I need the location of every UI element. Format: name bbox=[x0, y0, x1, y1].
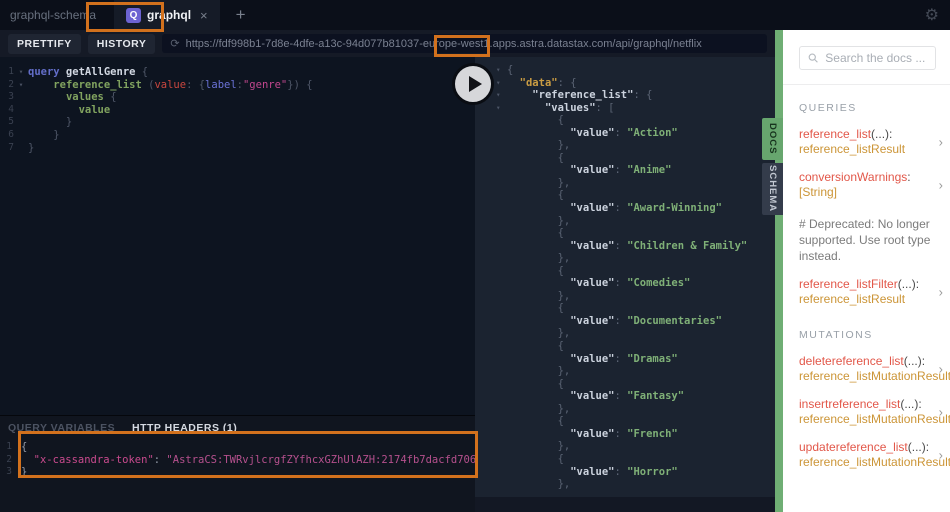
history-button[interactable]: HISTORY bbox=[87, 33, 156, 54]
prettify-button[interactable]: PRETTIFY bbox=[8, 33, 81, 54]
http-headers-tab[interactable]: HTTP HEADERS (1) bbox=[132, 422, 237, 434]
response-line: { bbox=[507, 189, 564, 202]
headers-line: 3} bbox=[6, 466, 28, 479]
docs-deprecated-comment: # Deprecated: No longer supported. Use r… bbox=[799, 217, 931, 263]
search-icon bbox=[808, 53, 818, 63]
docs-field-item[interactable]: reference_listFilter(...): reference_list… bbox=[799, 277, 943, 307]
chevron-right-icon: › bbox=[938, 404, 943, 420]
response-line: "value": "Fantasy" bbox=[570, 390, 685, 403]
top-tab-bar: graphql-schema Q graphql × + ⚙ bbox=[0, 0, 950, 30]
play-icon bbox=[468, 76, 482, 92]
editor-line: 5 } bbox=[8, 116, 73, 129]
chevron-right-icon: › bbox=[938, 447, 943, 463]
mutations-section-header: MUTATIONS bbox=[799, 329, 873, 341]
response-line: { bbox=[507, 415, 564, 428]
response-line: "value": "French" bbox=[570, 427, 678, 440]
pane-resizer[interactable] bbox=[775, 30, 783, 512]
response-line: { bbox=[507, 377, 564, 390]
response-line: "value": "Dramas" bbox=[570, 352, 678, 365]
response-line: { bbox=[507, 302, 564, 315]
variables-pane-tabs: QUERY VARIABLES HTTP HEADERS (1) bbox=[0, 422, 475, 436]
response-line: "value": "Comedies" bbox=[570, 277, 691, 290]
close-tab-icon[interactable]: × bbox=[200, 8, 208, 23]
response-line: ▾{ bbox=[496, 64, 514, 76]
reload-icon[interactable]: ⟳ bbox=[170, 37, 179, 50]
docs-content: QUERIES reference_list(...): reference_l… bbox=[783, 102, 950, 470]
response-line: "value": "Action" bbox=[570, 126, 678, 139]
variables-pane: QUERY VARIABLES HTTP HEADERS (1) 1{2 "x-… bbox=[0, 415, 584, 512]
headers-line: 1{ bbox=[6, 441, 28, 453]
queries-section-header: QUERIES bbox=[799, 102, 857, 114]
query-editor[interactable]: 1 ▾ query getAllGenre {2 ▾ reference_list (… bbox=[0, 57, 475, 415]
editor-line: 4 value bbox=[8, 103, 111, 116]
tab-graphql-label: graphql bbox=[147, 8, 192, 22]
response-line: }, bbox=[507, 365, 571, 378]
response-line: }, bbox=[507, 252, 571, 265]
tab-graphql-schema[interactable]: graphql-schema bbox=[0, 0, 114, 30]
variables-lines[interactable]: 1{2 "x-cassandra-token": "AstraCS:TWRvjl… bbox=[0, 441, 584, 479]
response-line: "value": "Horror" bbox=[570, 465, 678, 478]
docs-field-item[interactable]: insertreference_list(...): reference_list… bbox=[799, 397, 950, 427]
response-line: { bbox=[507, 151, 564, 164]
docs-search-box[interactable] bbox=[799, 46, 936, 70]
settings-gear-icon[interactable]: ⚙ bbox=[925, 5, 939, 25]
editor-line: 1 ▾ query getAllGenre { bbox=[8, 66, 149, 78]
response-line: }, bbox=[507, 289, 571, 302]
response-line: }, bbox=[507, 440, 571, 453]
editor-line: 6 } bbox=[8, 128, 60, 141]
response-line: "value": "Children & Family" bbox=[570, 239, 748, 252]
docs-queries-list: reference_list(...): reference_listResul… bbox=[799, 127, 943, 307]
docs-field-item[interactable]: deletereference_list(...): reference_list… bbox=[799, 354, 950, 384]
execute-query-button[interactable] bbox=[452, 63, 494, 105]
docs-field-item[interactable]: conversionWarnings: [String] › bbox=[799, 170, 943, 200]
response-line: { bbox=[507, 114, 564, 127]
response-lines: ▾{▾ "data": {▾ "reference_list": {▾ "val… bbox=[475, 64, 775, 491]
response-line: }, bbox=[507, 176, 571, 189]
endpoint-url-text: https://fdf998b1-7d8e-4dfe-a13c-94d077b8… bbox=[185, 37, 702, 50]
response-line: "value": "Award-Winning" bbox=[570, 202, 722, 215]
response-line: "value": "Documentaries" bbox=[570, 314, 722, 327]
response-line: { bbox=[507, 452, 564, 465]
response-line: { bbox=[507, 340, 564, 353]
chevron-right-icon: › bbox=[938, 284, 943, 300]
response-line: }, bbox=[507, 478, 571, 491]
response-line: }, bbox=[507, 402, 571, 415]
chevron-right-icon: › bbox=[938, 134, 943, 150]
graphql-q-icon: Q bbox=[126, 7, 142, 23]
docs-search-input[interactable] bbox=[825, 51, 927, 65]
docs-sidebar: QUERIES reference_list(...): reference_l… bbox=[783, 30, 950, 512]
docs-search-wrap bbox=[799, 46, 936, 70]
docs-field-item[interactable]: updatereference_list(...): reference_list… bbox=[799, 440, 950, 470]
response-line: "value": "Anime" bbox=[570, 164, 672, 177]
docs-field-item[interactable]: reference_list(...): reference_listResul… bbox=[799, 127, 943, 157]
docs-mutations-list: deletereference_list(...): reference_list… bbox=[799, 354, 950, 470]
chevron-right-icon: › bbox=[938, 177, 943, 193]
response-pane: ▾{▾ "data": {▾ "reference_list": {▾ "val… bbox=[475, 57, 775, 512]
tab-graphql[interactable]: Q graphql × bbox=[114, 0, 220, 30]
new-tab-button[interactable]: + bbox=[236, 5, 246, 25]
endpoint-url-input[interactable]: ⟳ https://fdf998b1-7d8e-4dfe-a13c-94d077… bbox=[162, 34, 767, 53]
headers-line: 2 "x-cassandra-token": "AstraCS:TWRvjlcr… bbox=[6, 453, 584, 466]
chevron-right-icon: › bbox=[938, 361, 943, 377]
query-variables-tab[interactable]: QUERY VARIABLES bbox=[8, 422, 115, 434]
toolbar: PRETTIFY HISTORY ⟳ https://fdf998b1-7d8e… bbox=[0, 30, 775, 57]
query-editor-lines: 1 ▾ query getAllGenre {2 ▾ reference_list (… bbox=[0, 66, 475, 154]
response-line: }, bbox=[507, 214, 571, 227]
response-line: ▾ "data": { bbox=[496, 76, 577, 89]
response-pane-footer bbox=[475, 497, 775, 512]
docs-tab[interactable]: DOCS bbox=[762, 118, 783, 160]
response-line: ▾ "values": [ bbox=[496, 101, 615, 114]
response-line: { bbox=[507, 264, 564, 277]
editor-line: 3 values { bbox=[8, 91, 117, 104]
response-line: { bbox=[507, 227, 564, 240]
editor-line: 7} bbox=[8, 141, 35, 154]
response-line: }, bbox=[507, 327, 571, 340]
response-line: ▾ "reference_list": { bbox=[496, 89, 653, 102]
response-line: }, bbox=[507, 139, 571, 152]
editor-line: 2 ▾ reference_list (value: {label:"genre"… bbox=[8, 78, 313, 91]
schema-tab[interactable]: SCHEMA bbox=[762, 163, 783, 215]
sidebar-divider bbox=[783, 84, 950, 85]
